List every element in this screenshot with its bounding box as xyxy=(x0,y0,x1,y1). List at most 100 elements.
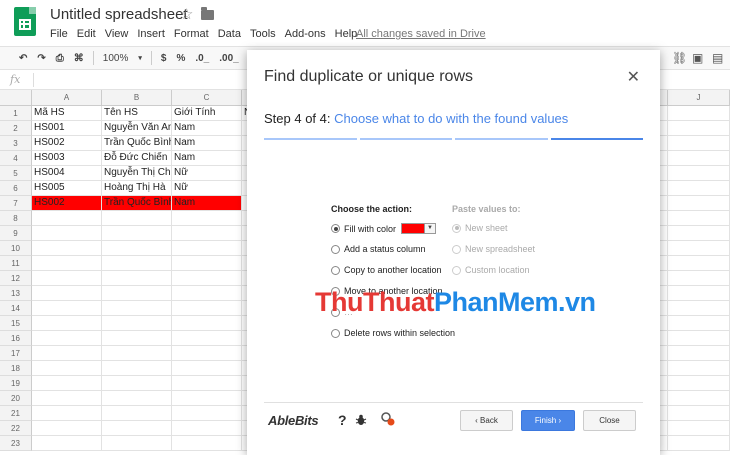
grid-cell[interactable]: Đỗ Đức Chiến xyxy=(102,151,172,166)
grid-cell[interactable] xyxy=(660,106,668,121)
grid-cell[interactable]: HS002 xyxy=(32,196,102,211)
row-number[interactable]: 9 xyxy=(0,226,32,241)
grid-cell[interactable]: Trần Quốc Bình xyxy=(102,136,172,151)
grid-cell[interactable]: Nữ xyxy=(172,181,242,196)
grid-cell[interactable] xyxy=(102,271,172,286)
grid-cell[interactable] xyxy=(172,406,242,421)
row-number[interactable]: 17 xyxy=(0,346,32,361)
row-number[interactable]: 20 xyxy=(0,391,32,406)
zoom-select[interactable]: 100% xyxy=(98,53,134,64)
grid-cell[interactable] xyxy=(102,256,172,271)
fill-color-swatch[interactable] xyxy=(401,223,426,234)
grid-cell[interactable] xyxy=(32,226,102,241)
finish-button[interactable]: Finish › xyxy=(521,410,575,431)
close-button[interactable]: Close xyxy=(583,410,636,431)
grid-cell[interactable] xyxy=(660,436,668,451)
action-fill-with-color[interactable]: Fill with color ▼ xyxy=(331,223,437,234)
grid-cell[interactable]: Nguyễn Thị Chiê xyxy=(102,166,172,181)
grid-cell[interactable]: HS002 xyxy=(32,136,102,151)
grid-cell[interactable] xyxy=(102,331,172,346)
grid-cell[interactable] xyxy=(660,226,668,241)
grid-cell[interactable] xyxy=(32,406,102,421)
grid-cell[interactable] xyxy=(102,241,172,256)
grid-cell[interactable] xyxy=(102,406,172,421)
grid-cell[interactable] xyxy=(668,121,730,136)
grid-cell[interactable] xyxy=(32,271,102,286)
grid-cell[interactable] xyxy=(660,181,668,196)
grid-cell[interactable] xyxy=(668,331,730,346)
row-number[interactable]: 13 xyxy=(0,286,32,301)
grid-cell[interactable]: HS005 xyxy=(32,181,102,196)
grid-cell[interactable] xyxy=(172,436,242,451)
grid-cell[interactable] xyxy=(32,346,102,361)
grid-cell[interactable] xyxy=(172,241,242,256)
row-number[interactable]: 12 xyxy=(0,271,32,286)
menu-addons[interactable]: Add-ons xyxy=(285,28,326,40)
row-number[interactable]: 15 xyxy=(0,316,32,331)
grid-cell[interactable] xyxy=(668,406,730,421)
grid-cell[interactable] xyxy=(660,211,668,226)
grid-cell[interactable] xyxy=(660,331,668,346)
grid-cell[interactable] xyxy=(668,211,730,226)
grid-cell[interactable] xyxy=(172,301,242,316)
grid-cell[interactable] xyxy=(660,271,668,286)
grid-cell[interactable] xyxy=(102,436,172,451)
grid-cell[interactable] xyxy=(668,301,730,316)
grid-cell[interactable]: Hoàng Thị Hà xyxy=(102,181,172,196)
column-header-a[interactable]: A xyxy=(32,90,102,106)
row-number[interactable]: 6 xyxy=(0,181,32,196)
grid-cell[interactable] xyxy=(668,241,730,256)
row-number[interactable]: 18 xyxy=(0,361,32,376)
grid-cell[interactable] xyxy=(660,316,668,331)
grid-cell[interactable] xyxy=(660,301,668,316)
grid-cell[interactable] xyxy=(660,346,668,361)
row-number[interactable]: 5 xyxy=(0,166,32,181)
column-header-c[interactable]: C xyxy=(172,90,242,106)
grid-cell[interactable] xyxy=(660,196,668,211)
grid-cell[interactable] xyxy=(32,331,102,346)
paint-format-icon[interactable]: ⌘ xyxy=(69,53,89,64)
row-number[interactable]: 16 xyxy=(0,331,32,346)
grid-cell[interactable]: HS001 xyxy=(32,121,102,136)
row-number[interactable]: 10 xyxy=(0,241,32,256)
menu-help[interactable]: Help xyxy=(335,28,358,40)
grid-cell[interactable]: Tên HS xyxy=(102,106,172,121)
grid-cell[interactable]: Nam xyxy=(172,121,242,136)
grid-cell[interactable] xyxy=(668,106,730,121)
grid-cell[interactable]: Giới Tính xyxy=(172,106,242,121)
grid-cell[interactable]: HS003 xyxy=(32,151,102,166)
grid-cell[interactable] xyxy=(660,241,668,256)
grid-cell[interactable] xyxy=(102,301,172,316)
grid-cell[interactable] xyxy=(172,376,242,391)
percent-button[interactable]: % xyxy=(171,53,190,64)
sheets-logo-icon[interactable] xyxy=(14,7,36,36)
grid-cell[interactable] xyxy=(172,226,242,241)
row-number[interactable]: 3 xyxy=(0,136,32,151)
grid-cell[interactable] xyxy=(660,376,668,391)
grid-cell[interactable] xyxy=(668,196,730,211)
star-icon[interactable]: ☆ xyxy=(180,5,193,23)
grid-cell[interactable] xyxy=(32,316,102,331)
grid-cell[interactable] xyxy=(660,421,668,436)
grid-cell[interactable]: HS004 xyxy=(32,166,102,181)
grid-cell[interactable] xyxy=(660,406,668,421)
grid-cell[interactable] xyxy=(172,346,242,361)
ablebits-logo[interactable]: AbleBits xyxy=(268,413,319,428)
grid-cell[interactable] xyxy=(668,391,730,406)
row-number[interactable]: 23 xyxy=(0,436,32,451)
help-icon[interactable]: ? xyxy=(338,412,347,428)
grid-cell[interactable] xyxy=(668,136,730,151)
menu-tools[interactable]: Tools xyxy=(250,28,276,40)
share-icon[interactable] xyxy=(380,411,396,427)
close-icon[interactable]: ✕ xyxy=(627,67,640,87)
grid-cell[interactable] xyxy=(668,316,730,331)
grid-cell[interactable] xyxy=(172,271,242,286)
action-delete-rows[interactable]: Delete rows within selection xyxy=(331,328,455,338)
grid-cell[interactable] xyxy=(32,376,102,391)
corner-header[interactable] xyxy=(0,90,32,106)
row-number[interactable]: 22 xyxy=(0,421,32,436)
grid-cell[interactable] xyxy=(668,286,730,301)
grid-cell[interactable] xyxy=(660,151,668,166)
grid-cell[interactable] xyxy=(32,391,102,406)
grid-cell[interactable] xyxy=(32,421,102,436)
